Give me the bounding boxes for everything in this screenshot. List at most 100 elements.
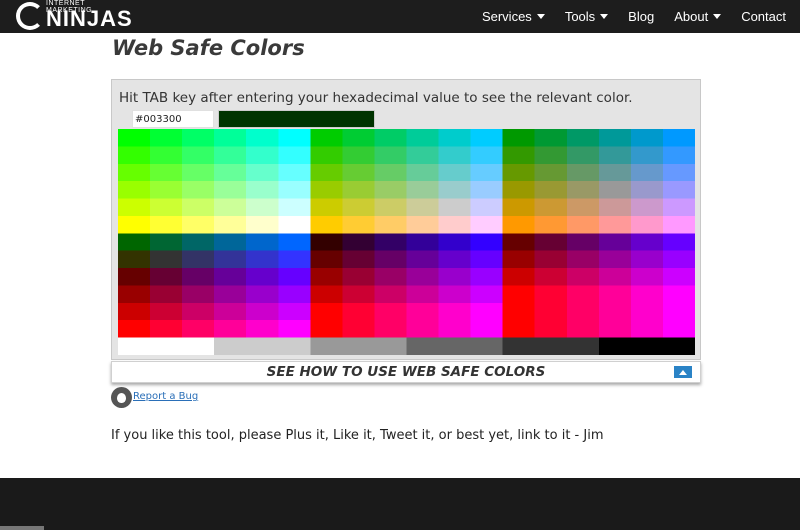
nav-item-about[interactable]: About [674,9,722,24]
color-cell[interactable] [406,146,440,165]
color-cell[interactable] [566,268,600,287]
color-cell[interactable] [342,250,376,269]
color-cell[interactable] [534,233,568,252]
color-cell[interactable] [278,146,311,165]
gray-color-cell[interactable] [406,337,504,355]
color-cell[interactable] [278,129,311,147]
color-cell[interactable] [150,233,183,252]
color-cell[interactable] [246,215,279,234]
color-cell[interactable] [374,233,408,252]
gray-color-cell[interactable] [598,337,695,355]
color-cell[interactable] [502,198,536,217]
color-cell[interactable] [214,285,247,304]
color-cell[interactable] [182,198,215,217]
color-cell[interactable] [118,285,151,304]
color-cell[interactable] [118,198,151,217]
color-cell[interactable] [630,250,664,269]
color-cell[interactable] [438,146,472,165]
nav-item-tools[interactable]: Tools [565,9,609,24]
color-cell[interactable] [342,146,376,165]
color-cell[interactable] [406,233,440,252]
color-cell[interactable] [662,250,695,269]
color-cell[interactable] [342,129,376,147]
color-cell[interactable] [278,233,311,252]
color-cell[interactable] [182,233,215,252]
color-cell[interactable] [662,233,695,252]
color-cell[interactable] [534,285,568,304]
color-cell[interactable] [502,320,536,339]
color-cell[interactable] [502,302,536,321]
color-cell[interactable] [534,320,568,339]
color-cell[interactable] [118,302,151,321]
gray-color-cell[interactable] [310,337,408,355]
color-cell[interactable] [598,198,632,217]
color-cell[interactable] [470,146,504,165]
color-cell[interactable] [374,320,408,339]
color-cell[interactable] [150,198,183,217]
color-cell[interactable] [598,250,632,269]
site-logo[interactable]: INTERNET MARKETING NINJAS [16,0,132,33]
color-cell[interactable] [502,163,536,182]
color-cell[interactable] [406,285,440,304]
color-cell[interactable] [374,250,408,269]
color-cell[interactable] [214,302,247,321]
color-cell[interactable] [150,302,183,321]
color-cell[interactable] [150,268,183,287]
color-cell[interactable] [150,250,183,269]
color-cell[interactable] [374,163,408,182]
color-cell[interactable] [118,146,151,165]
color-cell[interactable] [246,181,279,200]
color-cell[interactable] [310,233,343,252]
color-cell[interactable] [630,198,664,217]
color-cell[interactable] [502,181,536,200]
color-cell[interactable] [630,163,664,182]
color-cell[interactable] [470,268,504,287]
report-bug-link[interactable]: Report a Bug [133,391,198,402]
color-palette-grid[interactable] [118,129,695,355]
color-cell[interactable] [182,163,215,182]
color-cell[interactable] [310,320,343,339]
color-cell[interactable] [662,129,695,147]
color-cell[interactable] [438,129,472,147]
color-cell[interactable] [662,285,695,304]
color-cell[interactable] [246,129,279,147]
color-cell[interactable] [374,198,408,217]
color-cell[interactable] [662,268,695,287]
color-cell[interactable] [182,215,215,234]
color-cell[interactable] [470,302,504,321]
color-cell[interactable] [566,181,600,200]
color-cell[interactable] [342,181,376,200]
color-cell[interactable] [182,146,215,165]
color-cell[interactable] [662,320,695,339]
color-cell[interactable] [374,302,408,321]
color-cell[interactable] [470,129,504,147]
color-cell[interactable] [662,215,695,234]
nav-item-contact[interactable]: Contact [741,9,786,24]
color-cell[interactable] [278,250,311,269]
color-cell[interactable] [598,146,632,165]
color-cell[interactable] [278,268,311,287]
color-cell[interactable] [246,268,279,287]
color-cell[interactable] [630,320,664,339]
color-cell[interactable] [502,233,536,252]
color-cell[interactable] [534,129,568,147]
color-cell[interactable] [630,181,664,200]
color-cell[interactable] [438,233,472,252]
color-cell[interactable] [438,302,472,321]
color-cell[interactable] [598,163,632,182]
color-cell[interactable] [310,250,343,269]
nav-item-services[interactable]: Services [482,9,545,24]
color-cell[interactable] [438,250,472,269]
color-cell[interactable] [214,215,247,234]
color-cell[interactable] [342,163,376,182]
color-cell[interactable] [182,250,215,269]
color-cell[interactable] [438,198,472,217]
color-cell[interactable] [566,129,600,147]
nav-item-blog[interactable]: Blog [628,9,654,24]
color-cell[interactable] [342,233,376,252]
color-cell[interactable] [502,215,536,234]
color-cell[interactable] [342,215,376,234]
color-cell[interactable] [278,198,311,217]
gray-color-cell[interactable] [214,337,311,355]
color-cell[interactable] [150,129,183,147]
